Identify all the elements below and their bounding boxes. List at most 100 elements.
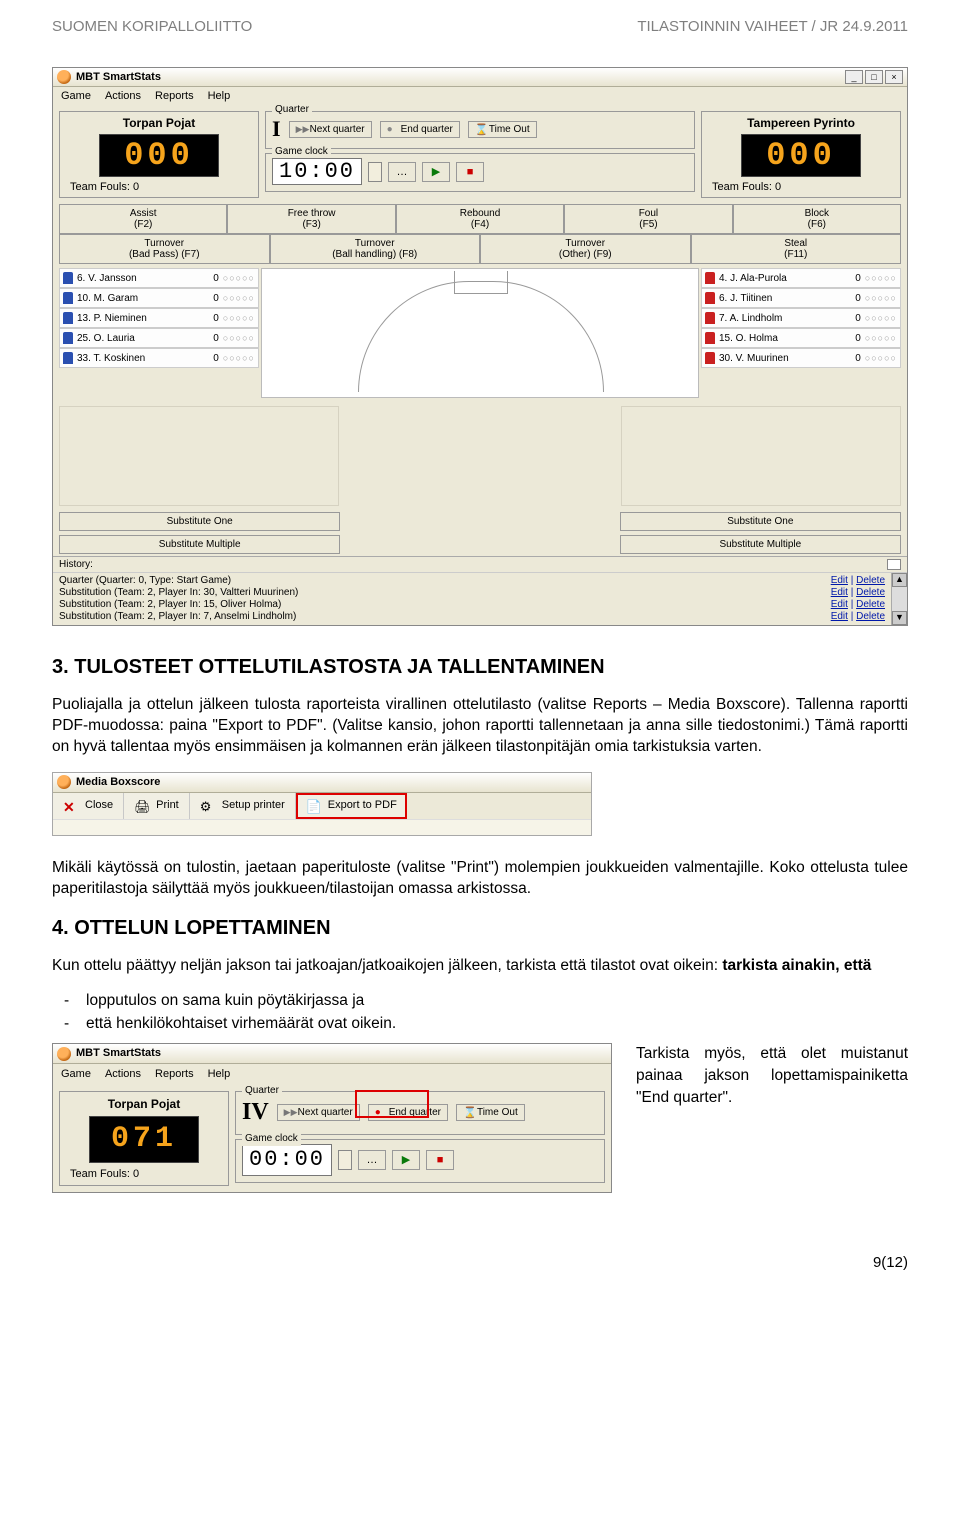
history-item: Substitution (Team: 2, Player In: 15, Ol… <box>59 599 795 611</box>
action-button[interactable]: Turnover(Bad Pass) (F7) <box>59 234 270 264</box>
mb-export-pdf-button[interactable]: Export to PDF <box>296 793 407 819</box>
jersey-icon <box>63 312 73 324</box>
scroll-down-icon[interactable]: ▼ <box>892 611 907 625</box>
eq-clock-more[interactable]: … <box>358 1150 386 1170</box>
home-sub-one[interactable]: Substitute One <box>59 512 340 531</box>
eq-menu-actions[interactable]: Actions <box>105 1067 141 1082</box>
menu-reports[interactable]: Reports <box>155 90 194 102</box>
player-score: 0 <box>841 333 861 344</box>
menu-actions[interactable]: Actions <box>105 90 141 102</box>
player-row[interactable]: 25. O. Lauria0○○○○○ <box>59 328 259 348</box>
history-edit-link[interactable]: Edit <box>831 575 848 586</box>
next-icon <box>284 1107 294 1117</box>
home-players: 6. V. Jansson0○○○○○10. M. Garam0○○○○○13.… <box>59 268 259 398</box>
action-button[interactable]: Turnover(Ball handling) (F8) <box>270 234 481 264</box>
history-edit-link[interactable]: Edit <box>831 587 848 598</box>
action-button[interactable]: Free throw(F3) <box>227 204 395 234</box>
maximize-button[interactable]: □ <box>865 70 883 84</box>
history-edit-link[interactable]: Edit <box>831 599 848 610</box>
app-window-main: MBT SmartStats _ □ × Game Actions Report… <box>52 67 908 626</box>
home-sub-multi[interactable]: Substitute Multiple <box>59 535 340 554</box>
mb-print-button[interactable]: Print <box>124 793 190 819</box>
end-quarter-button[interactable]: End quarter <box>380 121 460 138</box>
doc-header-left: SUOMEN KORIPALLOLIITTO <box>52 18 252 35</box>
history-delete-link[interactable]: Delete <box>856 599 885 610</box>
clock-more-button[interactable]: … <box>388 162 416 182</box>
mb-title: Media Boxscore <box>76 775 587 790</box>
mb-setup-button[interactable]: Setup printer <box>190 793 296 819</box>
eq-menu-reports[interactable]: Reports <box>155 1067 194 1082</box>
eq-menu-game[interactable]: Game <box>61 1067 91 1082</box>
action-button[interactable]: Turnover(Other) (F9) <box>480 234 691 264</box>
history-delete-link[interactable]: Delete <box>856 587 885 598</box>
player-row[interactable]: 7. A. Lindholm0○○○○○ <box>701 308 901 328</box>
action-button[interactable]: Foul(F5) <box>564 204 732 234</box>
player-score: 0 <box>841 273 861 284</box>
scroll-up-icon[interactable]: ▲ <box>892 573 907 587</box>
next-quarter-button[interactable]: Next quarter <box>289 121 372 138</box>
hourglass-icon <box>475 124 485 134</box>
away-players: 4. J. Ala-Purola0○○○○○6. J. Tiitinen0○○○… <box>701 268 901 398</box>
player-row[interactable]: 4. J. Ala-Purola0○○○○○ <box>701 268 901 288</box>
clock-stop-button[interactable]: ■ <box>456 162 484 182</box>
player-row[interactable]: 15. O. Holma0○○○○○ <box>701 328 901 348</box>
history-label: History: <box>59 559 93 570</box>
action-row-1: Assist(F2)Free throw(F3)Rebound(F4)Foul(… <box>53 204 907 234</box>
eq-home-team: Torpan Pojat <box>64 1096 224 1112</box>
player-fouls: ○○○○○ <box>865 293 897 303</box>
end-icon <box>387 124 397 134</box>
player-row[interactable]: 6. J. Tiitinen0○○○○○ <box>701 288 901 308</box>
home-score: 000 <box>99 134 219 177</box>
eq-app-icon <box>57 1047 71 1061</box>
time-out-button[interactable]: Time Out <box>468 121 537 138</box>
player-score: 0 <box>841 313 861 324</box>
player-row[interactable]: 10. M. Garam0○○○○○ <box>59 288 259 308</box>
eq-menu-help[interactable]: Help <box>208 1067 231 1082</box>
player-name: 25. O. Lauria <box>77 333 195 344</box>
player-name: 13. P. Nieminen <box>77 313 195 324</box>
menu-help[interactable]: Help <box>208 90 231 102</box>
history-delete-link[interactable]: Delete <box>856 575 885 586</box>
player-row[interactable]: 30. V. Muurinen0○○○○○ <box>701 348 901 368</box>
mb-print-label: Print <box>156 798 179 813</box>
player-row[interactable]: 13. P. Nieminen0○○○○○ <box>59 308 259 328</box>
printer-icon <box>134 798 150 814</box>
menu-game[interactable]: Game <box>61 90 91 102</box>
pdf-icon <box>306 798 322 814</box>
eq-clock-play[interactable]: ▶ <box>392 1150 420 1170</box>
away-sub-one[interactable]: Substitute One <box>620 512 901 531</box>
close-button[interactable]: × <box>885 70 903 84</box>
player-fouls: ○○○○○ <box>223 313 255 323</box>
away-sub-multi[interactable]: Substitute Multiple <box>620 535 901 554</box>
eq-clock-label: Game clock <box>242 1132 301 1146</box>
quarter-label: Quarter <box>272 104 312 115</box>
player-row[interactable]: 33. T. Koskinen0○○○○○ <box>59 348 259 368</box>
eq-next-quarter-button[interactable]: Next quarter <box>277 1104 360 1121</box>
minimize-button[interactable]: _ <box>845 70 863 84</box>
action-button[interactable]: Assist(F2) <box>59 204 227 234</box>
mb-app-icon <box>57 775 71 789</box>
eq-time-out-button[interactable]: Time Out <box>456 1104 525 1121</box>
action-button[interactable]: Steal(F11) <box>691 234 902 264</box>
history-item: Substitution (Team: 2, Player In: 7, Ans… <box>59 611 795 623</box>
clock-play-button[interactable]: ▶ <box>422 162 450 182</box>
history-collapse-icon[interactable] <box>887 559 901 570</box>
eq-clock-adjust[interactable] <box>338 1150 352 1170</box>
player-fouls: ○○○○○ <box>223 273 255 283</box>
history-item: Quarter (Quarter: 0, Type: Start Game) <box>59 575 795 587</box>
history-edit-link[interactable]: Edit <box>831 611 848 622</box>
mb-close-button[interactable]: ✕ Close <box>53 793 124 819</box>
action-button[interactable]: Block(F6) <box>733 204 901 234</box>
eq-next-label: Next quarter <box>298 1107 353 1118</box>
clock-adjust[interactable] <box>368 162 382 182</box>
player-row[interactable]: 6. V. Jansson0○○○○○ <box>59 268 259 288</box>
court-diagram[interactable] <box>261 268 699 398</box>
eq-clock-stop[interactable]: ■ <box>426 1150 454 1170</box>
player-fouls: ○○○○○ <box>865 333 897 343</box>
jersey-icon <box>63 272 73 284</box>
eq-clock-value: 00:00 <box>242 1144 332 1176</box>
history-scrollbar[interactable]: ▲ ▼ <box>891 573 907 625</box>
doc-header-right: TILASTOINNIN VAIHEET / JR 24.9.2011 <box>637 18 908 35</box>
action-button[interactable]: Rebound(F4) <box>396 204 564 234</box>
history-delete-link[interactable]: Delete <box>856 611 885 622</box>
